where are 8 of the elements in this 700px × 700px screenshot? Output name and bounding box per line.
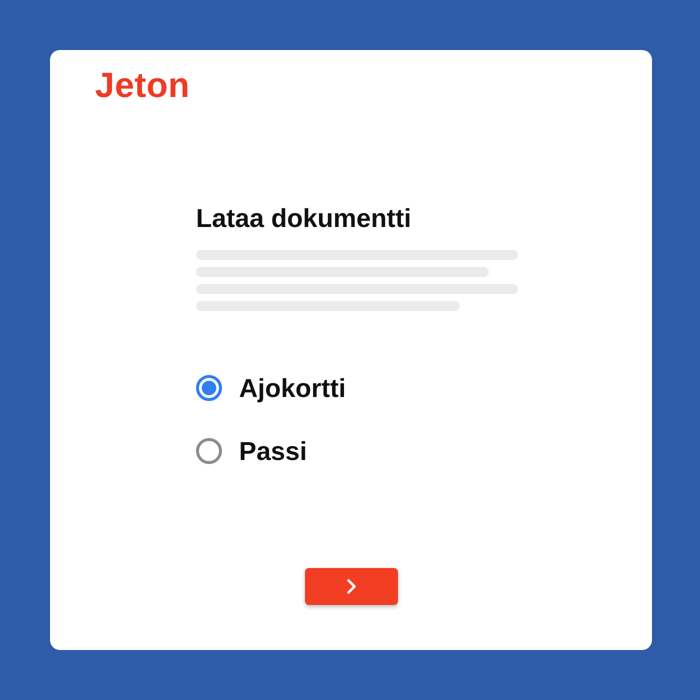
next-button[interactable] [304,568,398,605]
chevron-right-icon [346,579,356,594]
logo-text: Jeton [95,66,190,106]
radio-button[interactable] [196,438,222,464]
option-label[interactable]: Passi [239,436,307,466]
option-label[interactable]: Ajokortti [239,373,346,403]
dialog-title: Lataa dokumentti [196,203,412,233]
radio-button[interactable] [196,375,222,401]
